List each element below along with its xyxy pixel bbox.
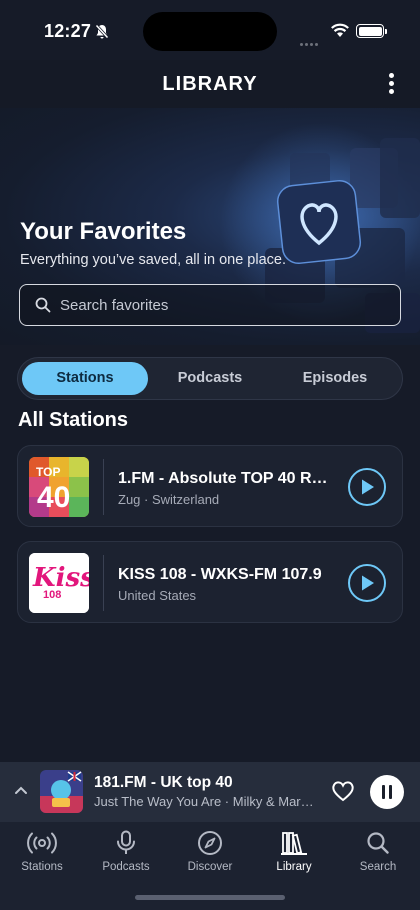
- silent-bell-icon: [94, 23, 110, 45]
- home-indicator: [135, 895, 285, 900]
- kiss108-logo: Kiss 108: [29, 553, 89, 613]
- library-icon: [281, 832, 307, 855]
- station-card[interactable]: TOP 40 1.FM - Absolute TOP 40 Radio Zug …: [17, 445, 403, 527]
- hero-title: Your Favorites: [20, 218, 187, 245]
- page-title: LIBRARY: [162, 73, 258, 95]
- divider: [103, 555, 104, 611]
- svg-text:108: 108: [43, 589, 61, 601]
- play-button[interactable]: [348, 468, 386, 506]
- mini-player[interactable]: 181.FM - UK top 40 Just The Way You Are …: [0, 762, 420, 822]
- tab-stations[interactable]: Stations: [22, 362, 148, 395]
- tabbar-label: Stations: [21, 861, 63, 873]
- radio-waves-icon: [27, 832, 57, 854]
- station-subtitle: United States: [118, 588, 197, 603]
- segmented-control: Stations Podcasts Episodes: [17, 357, 403, 400]
- nav-bar: LIBRARY: [0, 60, 420, 108]
- favorites-hero: Your Favorites Everything you’ve saved, …: [0, 108, 420, 345]
- search-favorites-input[interactable]: Search favorites: [19, 284, 401, 326]
- tabbar-label: Discover: [187, 861, 233, 873]
- divider: [103, 459, 104, 515]
- compass-icon: [198, 831, 222, 855]
- chevron-up-icon[interactable]: [14, 785, 28, 795]
- search-icon: [367, 832, 389, 854]
- hero-subtitle: Everything you’ve saved, all in one plac…: [20, 252, 286, 268]
- more-options-icon[interactable]: [384, 73, 398, 97]
- station-title: KISS 108 - WXKS-FM 107.9: [118, 566, 322, 583]
- wifi-icon: [330, 22, 350, 43]
- now-playing-subtitle: Just The Way You Are · Milky & Mark Temp…: [94, 794, 318, 809]
- station-subtitle: Zug · Switzerland: [118, 492, 220, 507]
- play-button[interactable]: [348, 564, 386, 602]
- status-bar: 12:27: [0, 0, 420, 60]
- svg-text:40: 40: [37, 481, 70, 514]
- tabbar-library[interactable]: Library: [252, 830, 336, 873]
- search-icon: [35, 297, 51, 313]
- tabbar-search[interactable]: Search: [336, 830, 420, 873]
- play-icon: [362, 575, 374, 591]
- tabbar-stations[interactable]: Stations: [0, 830, 84, 873]
- favorite-heart-icon[interactable]: [331, 780, 355, 802]
- tabbar-label: Search: [359, 861, 397, 873]
- search-placeholder: Search favorites: [60, 297, 169, 314]
- now-playing-title: 181.FM - UK top 40: [94, 774, 233, 791]
- section-title: All Stations: [18, 409, 129, 431]
- battery-icon: [356, 24, 387, 38]
- signal-icon: [300, 33, 320, 51]
- status-time: 12:27: [44, 21, 92, 41]
- now-playing-artwork: [40, 770, 83, 813]
- pause-button[interactable]: [370, 775, 404, 809]
- top40-logo: TOP 40: [29, 457, 89, 517]
- station-card[interactable]: Kiss 108 KISS 108 - WXKS-FM 107.9 United…: [17, 541, 403, 623]
- microphone-icon: [117, 830, 135, 854]
- tabbar-label: Podcasts: [102, 861, 150, 873]
- tab-podcasts[interactable]: Podcasts: [148, 362, 272, 395]
- pause-icon: [382, 785, 385, 799]
- dynamic-island: [143, 12, 277, 51]
- tabbar-podcasts[interactable]: Podcasts: [84, 830, 168, 873]
- tabbar-label: Library: [276, 861, 312, 873]
- station-title: 1.FM - Absolute TOP 40 Radio: [118, 470, 333, 487]
- play-icon: [362, 479, 374, 495]
- tab-episodes[interactable]: Episodes: [272, 362, 398, 395]
- tabbar-discover[interactable]: Discover: [168, 830, 252, 873]
- svg-text:TOP: TOP: [36, 465, 60, 479]
